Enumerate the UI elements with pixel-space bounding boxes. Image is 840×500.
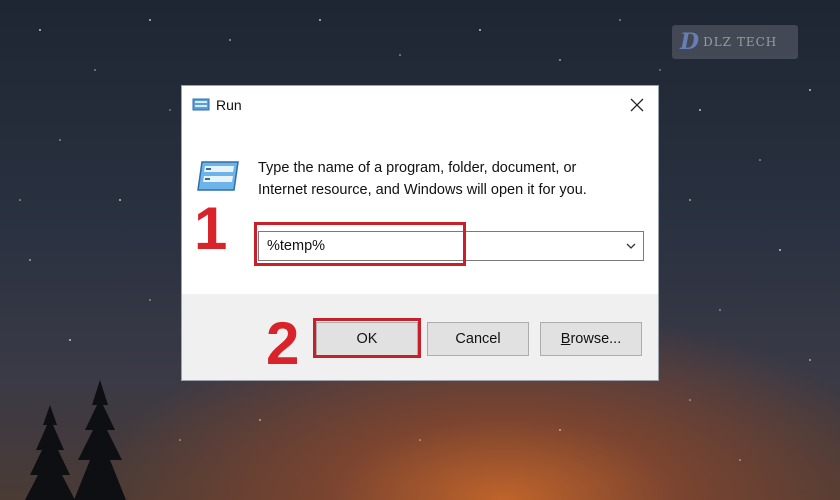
title-bar[interactable]: Run — [182, 86, 658, 124]
run-dialog: Run Type the name of a program, folder, … — [181, 85, 659, 381]
cancel-button[interactable]: Cancel — [427, 322, 529, 356]
description-line-2: Internet resource, and Windows will open… — [258, 182, 587, 198]
browse-label-rest: rowse... — [570, 331, 622, 347]
browse-button-label: Browse... — [561, 331, 621, 347]
description-text: Type the name of a program, folder, docu… — [258, 157, 638, 201]
run-icon — [192, 98, 210, 111]
cancel-button-label: Cancel — [455, 331, 501, 347]
input-highlight-box — [254, 222, 466, 266]
dialog-title: Run — [216, 97, 242, 113]
close-button[interactable] — [622, 90, 652, 120]
run-program-icon — [197, 161, 239, 191]
step-number-1: 1 — [194, 195, 228, 262]
watermark-logo: D DLZ TECH — [672, 25, 798, 59]
chevron-down-icon[interactable] — [625, 240, 637, 252]
description-line-1: Type the name of a program, folder, docu… — [258, 160, 577, 176]
ok-highlight-box — [313, 318, 421, 358]
watermark-text: DLZ TECH — [703, 35, 778, 49]
close-icon — [630, 98, 644, 112]
browse-accelerator: B — [560, 331, 571, 347]
browse-button[interactable]: Browse... — [540, 322, 642, 356]
step-number-2: 2 — [266, 310, 300, 377]
tree-silhouettes — [25, 380, 126, 500]
